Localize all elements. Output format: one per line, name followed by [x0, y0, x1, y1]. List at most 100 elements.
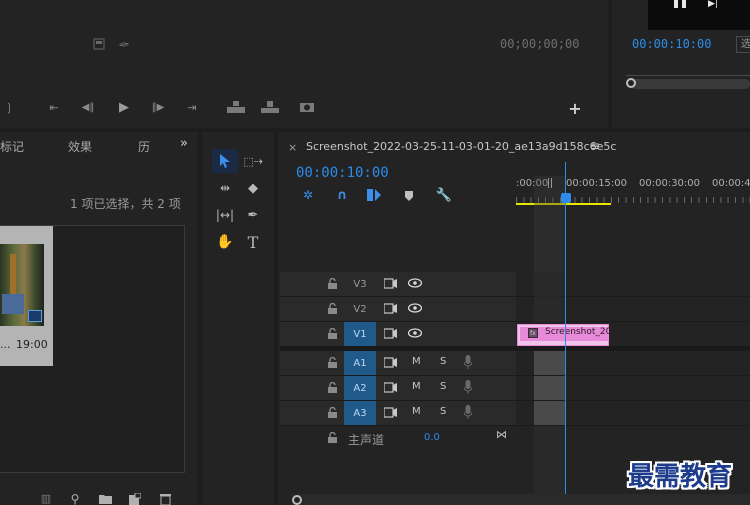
program-zoom-handle[interactable]: [626, 78, 636, 88]
track-lock-icon[interactable]: [328, 381, 338, 394]
mute-button[interactable]: M: [412, 381, 421, 392]
type-tool[interactable]: T: [240, 230, 266, 254]
track-select-tool[interactable]: ⬚⇢: [240, 149, 266, 173]
snap-icon[interactable]: ✲: [300, 188, 316, 202]
voiceover-mic-icon[interactable]: [463, 380, 473, 397]
camera-icon[interactable]: [298, 100, 316, 114]
clip-thumbnail: [0, 244, 44, 326]
track-label[interactable]: A3: [344, 401, 376, 425]
go-to-keyframe-icon[interactable]: ⋈: [496, 428, 507, 441]
program-ruler[interactable]: [626, 66, 750, 76]
go-to-out-icon[interactable]: ⇥: [184, 100, 200, 114]
tab-history[interactable]: 历: [138, 138, 150, 155]
fit-dropdown-label: 选: [741, 39, 750, 50]
program-zoom-bar[interactable]: [626, 78, 750, 89]
add-button-icon[interactable]: +: [568, 99, 582, 118]
pen-tool[interactable]: ✒: [240, 203, 266, 227]
timeline-zoom-handle[interactable]: [292, 495, 302, 505]
audio-track-a2[interactable]: A2 M S: [280, 376, 516, 401]
track-label[interactable]: A2: [344, 376, 376, 400]
export-frame-icon[interactable]: [92, 37, 106, 51]
toggle-output-eye-icon[interactable]: [407, 328, 423, 341]
track-label[interactable]: V2: [344, 297, 376, 321]
mute-button[interactable]: M: [412, 356, 421, 367]
video-track-v2[interactable]: V2: [280, 297, 516, 322]
voiceover-mic-icon[interactable]: [463, 405, 473, 422]
list-view-icon[interactable]: ▥: [38, 492, 54, 505]
track-label[interactable]: V3: [344, 272, 376, 296]
track-lock-icon[interactable]: [328, 356, 338, 369]
clear-trash-icon[interactable]: [158, 492, 172, 505]
toggle-output-eye-icon[interactable]: [407, 303, 423, 316]
tab-effects[interactable]: 效果: [68, 138, 92, 155]
range-shade-upper: [534, 206, 566, 322]
insert-sequence-icon[interactable]: [366, 188, 382, 202]
hand-tool[interactable]: ✋: [212, 230, 238, 254]
playhead-line[interactable]: [565, 162, 566, 494]
master-volume-value[interactable]: 0.0: [424, 432, 440, 443]
solo-button[interactable]: S: [440, 406, 446, 417]
timeline-settings-icon[interactable]: 🔧: [436, 188, 452, 203]
pause-icon[interactable]: [674, 0, 688, 8]
new-item-icon[interactable]: [128, 492, 142, 505]
mark-in-icon[interactable]: ❳: [4, 99, 14, 115]
track-lock-icon[interactable]: [328, 327, 338, 340]
sequence-tab[interactable]: Screenshot_2022-03-25-11-03-01-20_ae13a9…: [306, 140, 616, 153]
program-monitor: ▶| 00:00:10:00 选: [612, 0, 750, 128]
timeline-zoom-bar[interactable]: [292, 494, 750, 505]
watermark: 最需教育: [628, 462, 733, 492]
step-forward-icon[interactable]: ‖▶: [150, 100, 166, 114]
next-frame-icon[interactable]: ▶|: [708, 0, 722, 9]
track-lock-icon[interactable]: [328, 431, 338, 444]
tab-markers[interactable]: 标记: [0, 138, 24, 155]
video-track-v3[interactable]: V3: [280, 272, 516, 297]
sync-lock-icon[interactable]: [383, 303, 397, 317]
in-point-marker[interactable]: [548, 178, 552, 188]
sync-lock-icon[interactable]: [383, 278, 397, 292]
solo-button[interactable]: S: [440, 356, 446, 367]
sequence-menu-icon[interactable]: ≡: [590, 139, 600, 153]
sync-lock-icon[interactable]: [383, 382, 397, 396]
audio-track-a1[interactable]: A1 M S: [280, 351, 516, 376]
step-back-icon[interactable]: ◀‖: [80, 100, 96, 114]
sync-lock-icon[interactable]: [383, 328, 397, 342]
ripple-edit-tool[interactable]: ⇹: [212, 176, 238, 200]
video-clip[interactable]: fx Screenshot_20: [517, 324, 611, 346]
toggle-output-eye-icon[interactable]: [407, 278, 423, 291]
project-panel: 标记 效果 历 » 1 项已选择，共 2 项 ... 19:00 ▥ ⚲: [0, 132, 198, 505]
track-lock-icon[interactable]: [328, 277, 338, 290]
sync-lock-icon[interactable]: [383, 357, 397, 371]
slip-tool[interactable]: |↔|: [212, 203, 238, 227]
playhead-handle[interactable]: [561, 193, 571, 203]
range-shade-a3: [534, 401, 566, 425]
track-label[interactable]: V1: [344, 322, 376, 346]
fit-dropdown[interactable]: 选: [736, 36, 750, 53]
mute-button[interactable]: M: [412, 406, 421, 417]
close-sequence-icon[interactable]: ×: [288, 141, 297, 154]
new-bin-icon[interactable]: [98, 492, 112, 505]
audio-track-a3[interactable]: A3 M S: [280, 401, 516, 426]
track-header-empty: [280, 210, 516, 272]
clip-thumbnail-card[interactable]: ... 19:00: [0, 226, 53, 366]
sync-lock-icon[interactable]: [383, 407, 397, 421]
range-shade-a1: [534, 351, 566, 375]
timeline-timecode[interactable]: 00:00:10:00: [296, 165, 389, 181]
razor-tool[interactable]: ◆: [240, 176, 266, 200]
voiceover-mic-icon[interactable]: [463, 355, 473, 372]
overwrite-icon[interactable]: [260, 100, 280, 114]
track-lock-icon[interactable]: [328, 406, 338, 419]
linked-selection-icon[interactable]: ∩: [334, 188, 350, 203]
video-track-v1[interactable]: V1: [280, 322, 516, 347]
track-lock-icon[interactable]: [328, 302, 338, 315]
play-icon[interactable]: ▶: [116, 99, 132, 115]
drag-audio-icon[interactable]: ⟚: [116, 37, 132, 51]
master-track[interactable]: 主声道 0.0 ⋈: [280, 426, 516, 452]
add-marker-icon[interactable]: [402, 189, 416, 202]
solo-button[interactable]: S: [440, 381, 446, 392]
go-to-in-icon[interactable]: ⇤: [46, 100, 62, 114]
selection-tool[interactable]: [212, 149, 238, 173]
track-label[interactable]: A1: [344, 351, 376, 375]
insert-icon[interactable]: [226, 100, 246, 114]
panel-overflow-icon[interactable]: »: [180, 136, 188, 151]
find-icon[interactable]: ⚲: [68, 492, 82, 505]
